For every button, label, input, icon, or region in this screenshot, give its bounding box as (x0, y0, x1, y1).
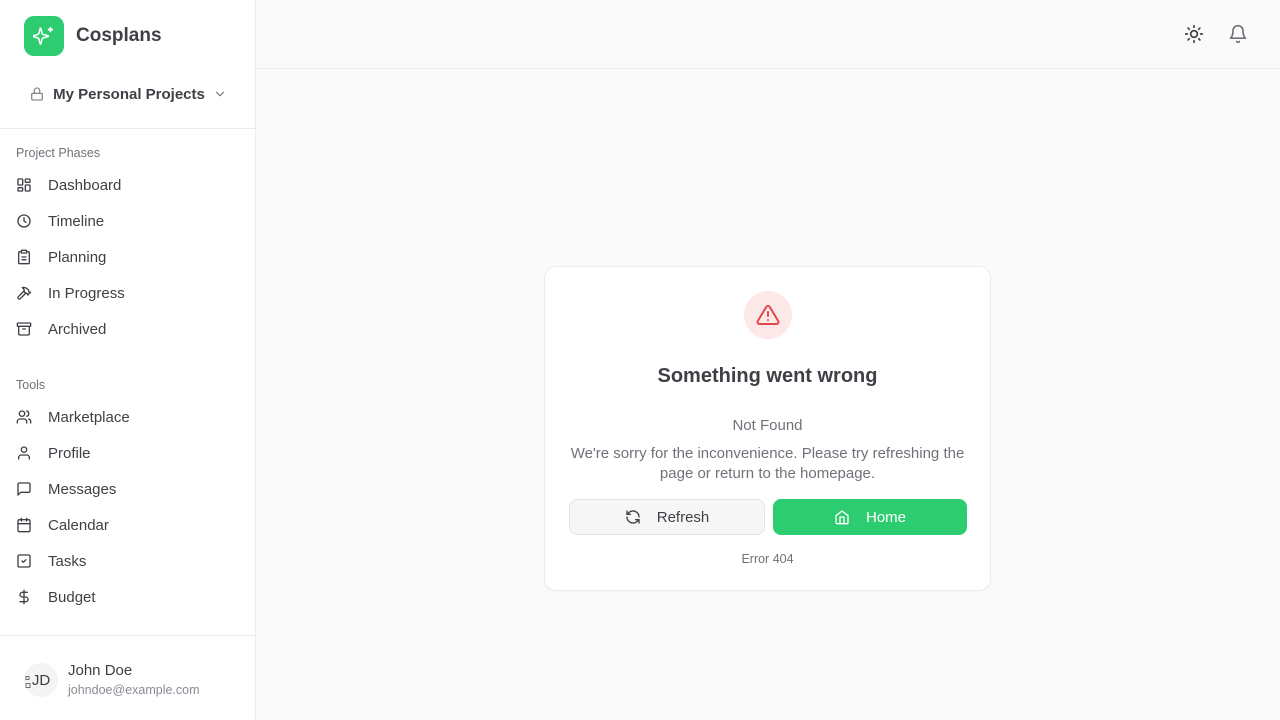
sidebar-item-budget[interactable]: Budget (8, 579, 248, 615)
refresh-button[interactable]: Refresh (569, 499, 765, 535)
archive-icon (16, 321, 32, 337)
theme-toggle-button[interactable] (1178, 18, 1210, 50)
dashboard-icon (16, 177, 32, 193)
avatar-initials: JD (31, 671, 51, 689)
user-email: johndoe@example.com (68, 683, 200, 697)
clock-icon (16, 213, 32, 229)
home-button-label: Home (865, 508, 906, 526)
chevron-down-icon (213, 87, 227, 101)
tools-nav: Marketplace Profile Messages Calendar Ta… (8, 399, 248, 615)
sidebar-item-label: Profile (48, 444, 91, 462)
sidebar-item-label: Marketplace (48, 408, 130, 426)
user-menu[interactable]: JD John Doe johndoe@example.com (24, 660, 200, 700)
sidebar-item-label: In Progress (48, 284, 125, 302)
dollar-icon (16, 589, 32, 605)
error-card: Something went wrong Not Found We're sor… (544, 266, 991, 591)
topbar (256, 0, 1280, 69)
sidebar-item-in-progress[interactable]: In Progress (8, 275, 248, 311)
error-code: Error 404 (741, 552, 794, 566)
bell-icon (1228, 24, 1248, 44)
sidebar-item-label: Tasks (48, 552, 87, 570)
project-phases-nav: Dashboard Timeline Planning In Progress … (8, 167, 248, 347)
error-status: Not Found (732, 417, 803, 434)
lock-icon (29, 86, 45, 102)
alert-triangle-icon (756, 303, 780, 327)
section-label-project-phases: Project Phases (16, 146, 101, 160)
user-icon (16, 445, 32, 461)
sidebar-item-marketplace[interactable]: Marketplace (8, 399, 248, 435)
sidebar-divider (0, 128, 255, 129)
project-selector[interactable]: My Personal Projects (24, 78, 232, 110)
sidebar-item-dashboard[interactable]: Dashboard (8, 167, 248, 203)
message-icon (16, 481, 32, 497)
app-name: Cosplans (76, 25, 162, 46)
refresh-icon (625, 509, 641, 525)
avatar-image-placeholder-icon (25, 676, 31, 688)
sidebar-item-tasks[interactable]: Tasks (8, 543, 248, 579)
home-icon (834, 509, 850, 525)
sparkles-icon (24, 16, 64, 56)
sidebar-item-label: Planning (48, 248, 107, 266)
refresh-button-label: Refresh (656, 508, 710, 526)
clipboard-icon (16, 249, 32, 265)
sidebar-divider (0, 635, 255, 636)
check-square-icon (16, 553, 32, 569)
sidebar-item-label: Budget (48, 588, 96, 606)
avatar: JD (24, 663, 58, 697)
brand[interactable]: Cosplans (24, 16, 162, 56)
error-message: We're sorry for the inconvenience. Pleas… (570, 445, 965, 482)
sidebar-item-planning[interactable]: Planning (8, 239, 248, 275)
hammer-icon (16, 285, 32, 301)
sun-icon (1184, 24, 1204, 44)
users-icon (16, 409, 32, 425)
sidebar-item-profile[interactable]: Profile (8, 435, 248, 471)
sidebar-item-label: Archived (48, 320, 107, 338)
error-title: Something went wrong (657, 365, 878, 387)
project-selector-label: My Personal Projects (53, 85, 205, 103)
alert-icon-badge (744, 291, 792, 339)
sidebar-item-label: Dashboard (48, 176, 122, 194)
sidebar-item-calendar[interactable]: Calendar (8, 507, 248, 543)
sidebar: Cosplans My Personal Projects Project Ph… (0, 0, 256, 720)
section-label-tools: Tools (16, 378, 46, 392)
user-name: John Doe (68, 662, 133, 679)
home-button[interactable]: Home (773, 499, 967, 535)
notifications-button[interactable] (1222, 18, 1254, 50)
sidebar-item-timeline[interactable]: Timeline (8, 203, 248, 239)
sidebar-item-messages[interactable]: Messages (8, 471, 248, 507)
sidebar-item-label: Messages (48, 480, 117, 498)
sidebar-item-label: Calendar (48, 516, 109, 534)
calendar-icon (16, 517, 32, 533)
sidebar-item-label: Timeline (48, 212, 105, 230)
sidebar-item-archived[interactable]: Archived (8, 311, 248, 347)
